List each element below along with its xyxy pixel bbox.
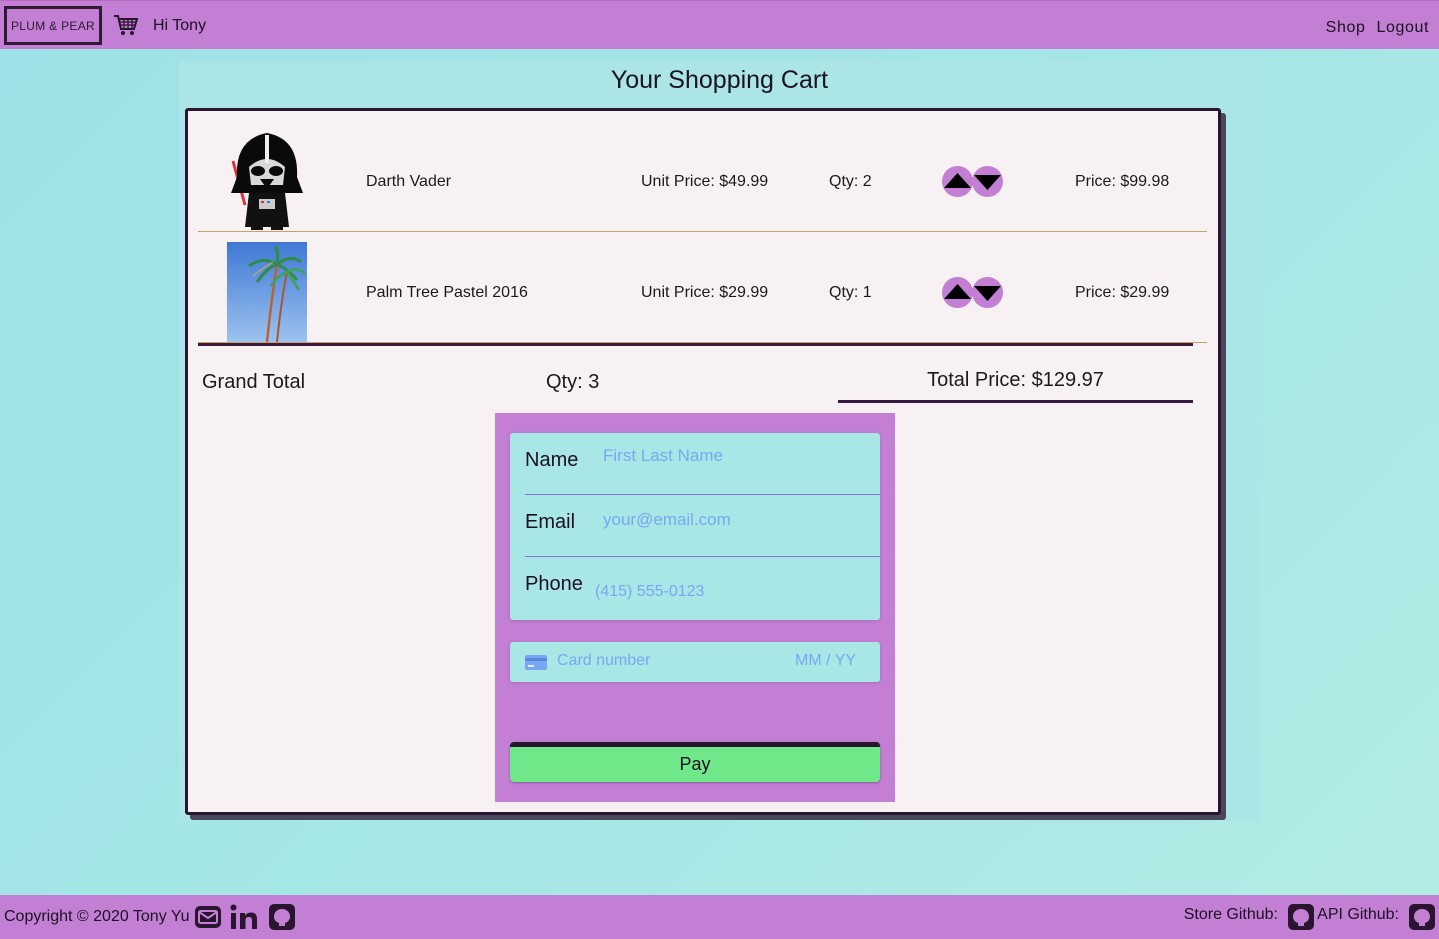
caret-down-icon	[974, 286, 1001, 301]
phone-label: Phone	[525, 573, 583, 595]
increase-qty-button[interactable]	[942, 277, 973, 308]
palm-tree-image	[227, 242, 307, 342]
card-number-input[interactable]: Card number	[557, 652, 650, 670]
item-unit-price: Unit Price: $49.99	[641, 173, 769, 190]
contact-fields: Name Email Phone	[510, 433, 880, 620]
top-navbar: PLUM & PEAR Hi Tony Shop Logout	[0, 0, 1439, 49]
cart-card: Darth Vader Unit Price: $49.99 Qty: 2 Pr…	[185, 108, 1221, 815]
nav-shop-link[interactable]: Shop	[1326, 19, 1366, 37]
envelope-icon[interactable]	[194, 903, 222, 931]
copyright-text: Copyright © 2020 Tony Yu	[4, 908, 190, 925]
qty-controls	[942, 277, 1004, 309]
item-price: Price: $99.98	[1075, 173, 1170, 190]
darth-vader-image	[227, 131, 307, 231]
card-input[interactable]: Card number MM / YY	[510, 642, 880, 682]
cart-divider	[198, 343, 1193, 346]
caret-up-icon	[944, 173, 971, 188]
phone-field-row: Phone	[525, 557, 880, 619]
caret-down-icon	[974, 175, 1001, 190]
cart-item-row: Palm Tree Pastel 2016 Unit Price: $29.99…	[198, 232, 1207, 343]
total-price: Total Price: $129.97	[838, 369, 1193, 403]
linkedin-icon[interactable]	[230, 903, 258, 931]
decrease-qty-button[interactable]	[972, 277, 1003, 308]
brand-logo[interactable]: PLUM & PEAR	[4, 6, 102, 45]
decrease-qty-button[interactable]	[972, 166, 1003, 197]
increase-qty-button[interactable]	[942, 166, 973, 197]
page-title: Your Shopping Cart	[610, 66, 829, 94]
github-icon[interactable]	[1287, 903, 1315, 931]
pay-button[interactable]: Pay	[510, 742, 880, 782]
grand-total-qty: Qty: 3	[546, 371, 600, 393]
name-field-row: Name	[525, 433, 880, 495]
footer: Copyright © 2020 Tony Yu Store Github: A…	[0, 895, 1439, 939]
cart-icon[interactable]	[113, 14, 139, 36]
store-github-label: Store Github:	[1183, 906, 1278, 923]
name-input[interactable]	[603, 443, 853, 469]
item-name: Darth Vader	[366, 173, 452, 190]
email-field-row: Email	[525, 495, 880, 557]
grand-total-label: Grand Total	[202, 371, 306, 393]
api-github-label: API Github:	[1317, 906, 1399, 923]
email-input[interactable]	[603, 507, 853, 533]
name-label: Name	[525, 449, 579, 471]
nav-logout-link[interactable]: Logout	[1376, 19, 1429, 37]
item-name: Palm Tree Pastel 2016	[366, 284, 528, 301]
phone-input[interactable]	[595, 579, 845, 605]
user-greeting: Hi Tony	[153, 17, 207, 34]
item-price: Price: $29.99	[1075, 284, 1170, 301]
caret-up-icon	[944, 284, 971, 299]
github-icon[interactable]	[268, 903, 296, 931]
card-expiry-input[interactable]: MM / YY	[795, 652, 856, 670]
qty-controls	[942, 166, 1004, 198]
item-unit-price: Unit Price: $29.99	[641, 284, 769, 301]
item-qty: Qty: 2	[829, 173, 872, 190]
credit-card-icon	[525, 655, 547, 670]
item-qty: Qty: 1	[829, 284, 872, 301]
nav-links: Shop Logout	[1326, 19, 1429, 37]
email-label: Email	[525, 511, 576, 533]
cart-item-row: Darth Vader Unit Price: $49.99 Qty: 2 Pr…	[198, 121, 1207, 232]
checkout-form: Name Email Phone Card number MM / YY Pay	[495, 413, 895, 802]
github-icon[interactable]	[1408, 903, 1436, 931]
